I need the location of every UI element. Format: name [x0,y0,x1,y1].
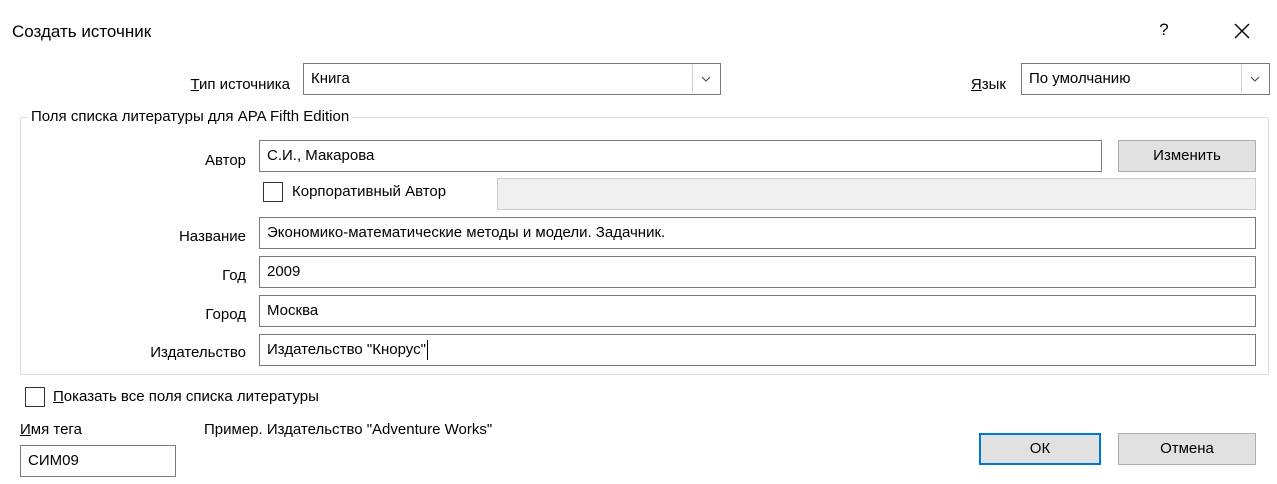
group-title: Поля списка литературы для APA Fifth Edi… [28,108,353,126]
language-value: По умолчанию [1029,70,1131,87]
ok-button[interactable]: ОК [979,433,1101,465]
author-field[interactable]: С.И., Макарова [259,140,1102,172]
year-field[interactable]: 2009 [259,256,1256,288]
corporate-author-field[interactable] [497,178,1256,210]
show-all-fields-checkbox[interactable] [25,387,45,407]
language-label: Язык [970,76,1006,93]
year-label: Год [222,267,246,284]
source-type-value: Книга [311,70,350,87]
chevron-down-icon[interactable] [692,65,719,93]
language-select[interactable]: По умолчанию [1021,63,1270,95]
title-label: Название [178,228,246,245]
source-type-select[interactable]: Книга [303,63,721,95]
cancel-button[interactable]: Отмена [1118,433,1256,465]
chevron-down-icon[interactable] [1241,65,1268,93]
city-field[interactable]: Москва [259,295,1256,327]
author-label: Автор [204,152,246,169]
title-field[interactable]: Экономико-математические методы и модели… [259,217,1256,249]
publisher-field[interactable]: Издательство "Кнорус" [259,334,1256,366]
show-all-fields-label: Показать все поля списка литературы [53,388,319,405]
source-type-label: Тип источника [190,76,291,93]
close-icon[interactable] [1233,22,1251,40]
publisher-label: Издательство [150,344,246,361]
dialog-title: Создать источник [12,22,152,41]
corporate-author-checkbox[interactable] [263,182,283,202]
help-button[interactable]: ? [1157,21,1171,39]
corporate-author-label: Корпоративный Автор [292,183,447,200]
tag-name-field[interactable]: СИМ09 [20,445,176,477]
publisher-value: Издательство "Кнорус" [267,341,426,358]
tag-name-label: Имя тега [20,421,82,438]
example-text: Пример. Издательство "Adventure Works" [204,421,493,438]
edit-author-button[interactable]: Изменить [1118,140,1256,172]
text-cursor [426,340,428,361]
city-label: Город [205,306,246,323]
